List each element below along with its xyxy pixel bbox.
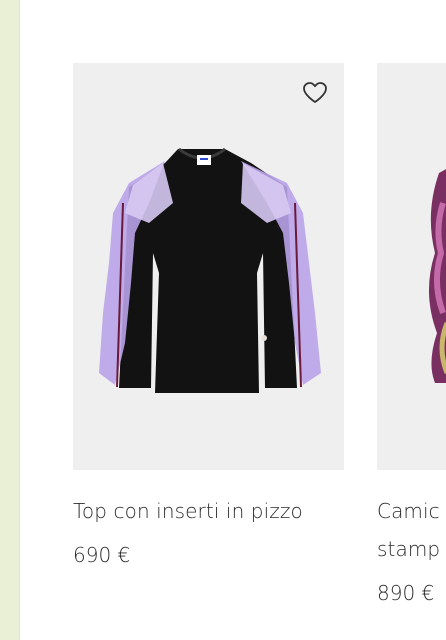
product-name[interactable]: Camic stamp: [377, 492, 446, 568]
product-name-line: stamp: [377, 537, 441, 561]
product-card[interactable]: Camic stamp 890 €: [377, 63, 446, 606]
heart-outline-icon: [303, 82, 327, 103]
printed-shirt-image: [429, 169, 446, 383]
product-price: 690 €: [73, 543, 131, 567]
wishlist-heart-button[interactable]: [300, 79, 330, 107]
product-card[interactable]: Top con inserti in pizzo 690 €: [73, 63, 344, 568]
product-name-line: Camic: [377, 499, 440, 523]
product-image[interactable]: [377, 63, 446, 470]
lace-top-image: [99, 147, 321, 393]
product-image[interactable]: [73, 63, 344, 470]
product-name[interactable]: Top con inserti in pizzo: [73, 492, 344, 530]
left-panel-edge: [0, 0, 20, 640]
product-price: 890 €: [377, 581, 435, 605]
